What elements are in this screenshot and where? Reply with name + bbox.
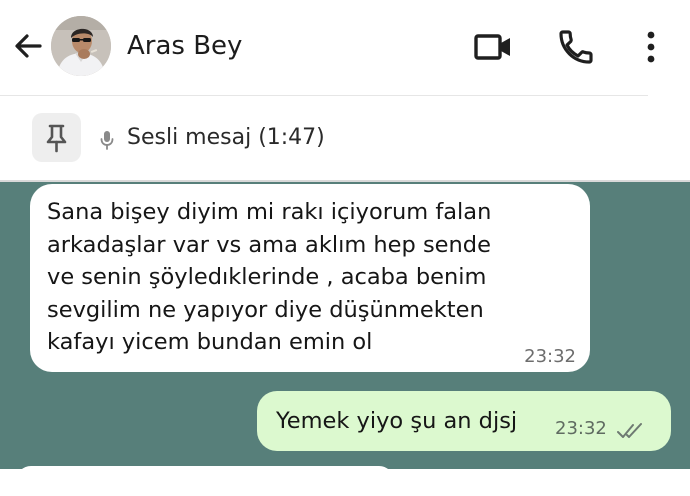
arrow-left-icon (15, 34, 42, 58)
more-vertical-icon (647, 31, 655, 63)
incoming-message-partial[interactable] (16, 466, 394, 496)
pinned-message-label[interactable]: Sesli mesaj (1:47) (127, 123, 325, 153)
chat-header: Aras Bey (0, 0, 690, 96)
more-options-button[interactable] (636, 28, 666, 66)
incoming-message[interactable]: Sana bişey diyim mi rakı içiyorum falan … (30, 184, 590, 372)
avatar[interactable] (51, 16, 111, 76)
pinned-message-bar[interactable]: Sesli mesaj (1:47) (0, 96, 690, 182)
outgoing-message[interactable]: Yemek yiyo şu an djsj 23:32 (257, 391, 671, 451)
phone-icon (559, 30, 593, 64)
message-time: 23:32 (524, 346, 576, 367)
double-check-icon (617, 423, 642, 438)
pin-button[interactable] (32, 113, 81, 162)
microphone-icon (100, 131, 114, 150)
video-call-button[interactable] (472, 28, 514, 66)
video-camera-icon (474, 34, 510, 60)
message-text: Sana bişey diyim mi rakı içiyorum falan … (47, 199, 492, 356)
voice-call-button[interactable] (556, 27, 596, 67)
pin-icon (46, 124, 67, 153)
contact-name[interactable]: Aras Bey (127, 28, 242, 64)
message-text: Yemek yiyo şu an djsj (276, 408, 518, 434)
message-time: 23:32 (555, 418, 607, 439)
contact-photo (51, 16, 111, 76)
message-list[interactable]: Sana bişey diyim mi rakı içiyorum falan … (0, 182, 690, 496)
back-button[interactable] (8, 26, 48, 66)
